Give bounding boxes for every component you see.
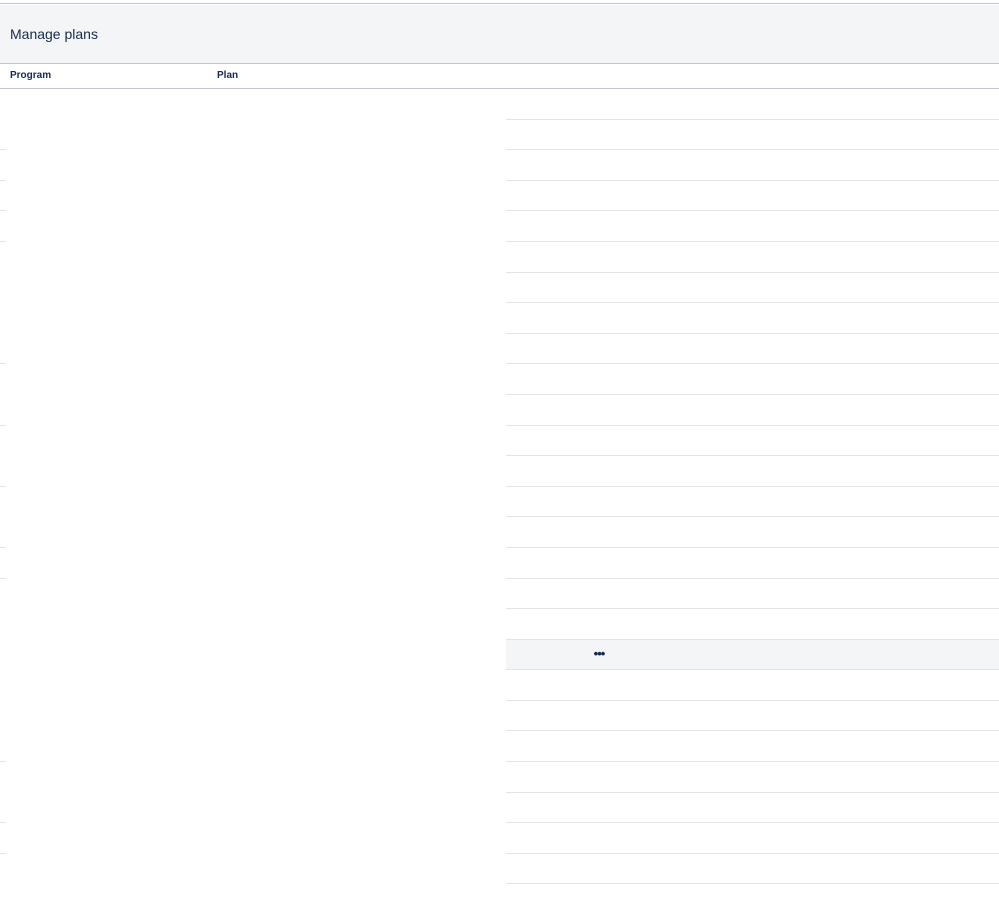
- page-title: Manage plans: [10, 26, 98, 42]
- table-row[interactable]: [0, 303, 999, 334]
- table-row[interactable]: [0, 364, 999, 395]
- more-actions-button[interactable]: •••: [590, 646, 608, 662]
- table-row[interactable]: [0, 120, 999, 151]
- table-row[interactable]: [0, 579, 999, 610]
- table-row[interactable]: [0, 334, 999, 365]
- table-row[interactable]: [0, 150, 999, 181]
- row-divider: [506, 883, 999, 885]
- table-row[interactable]: [0, 701, 999, 732]
- table-row[interactable]: [0, 395, 999, 426]
- page-header: Manage plans: [0, 5, 999, 64]
- table-row[interactable]: [0, 609, 999, 640]
- table-row[interactable]: [0, 762, 999, 793]
- table-row[interactable]: [0, 89, 999, 120]
- table-row[interactable]: [0, 426, 999, 457]
- column-header-plan[interactable]: Plan: [217, 70, 238, 81]
- table-row[interactable]: [0, 793, 999, 824]
- table-row[interactable]: [0, 548, 999, 579]
- table-row[interactable]: [0, 731, 999, 763]
- table-row[interactable]: [0, 456, 999, 487]
- table-row[interactable]: •••: [0, 639, 999, 671]
- table-row[interactable]: [0, 517, 999, 548]
- top-border: [0, 0, 999, 4]
- plans-table-body: •••: [0, 89, 999, 885]
- table-row[interactable]: [0, 181, 999, 212]
- table-row[interactable]: [0, 211, 999, 242]
- table-row[interactable]: [0, 854, 999, 885]
- column-header-program[interactable]: Program: [10, 70, 51, 81]
- table-header-row: Program Plan: [0, 64, 999, 89]
- table-row[interactable]: [0, 487, 999, 518]
- table-row[interactable]: [0, 670, 999, 701]
- table-row[interactable]: [0, 823, 999, 854]
- more-horizontal-icon: •••: [593, 646, 606, 662]
- row-hover-highlight: [506, 639, 999, 671]
- table-row[interactable]: [0, 273, 999, 304]
- manage-plans-page: Manage plans Program Plan •••: [0, 0, 999, 912]
- table-row[interactable]: [0, 242, 999, 273]
